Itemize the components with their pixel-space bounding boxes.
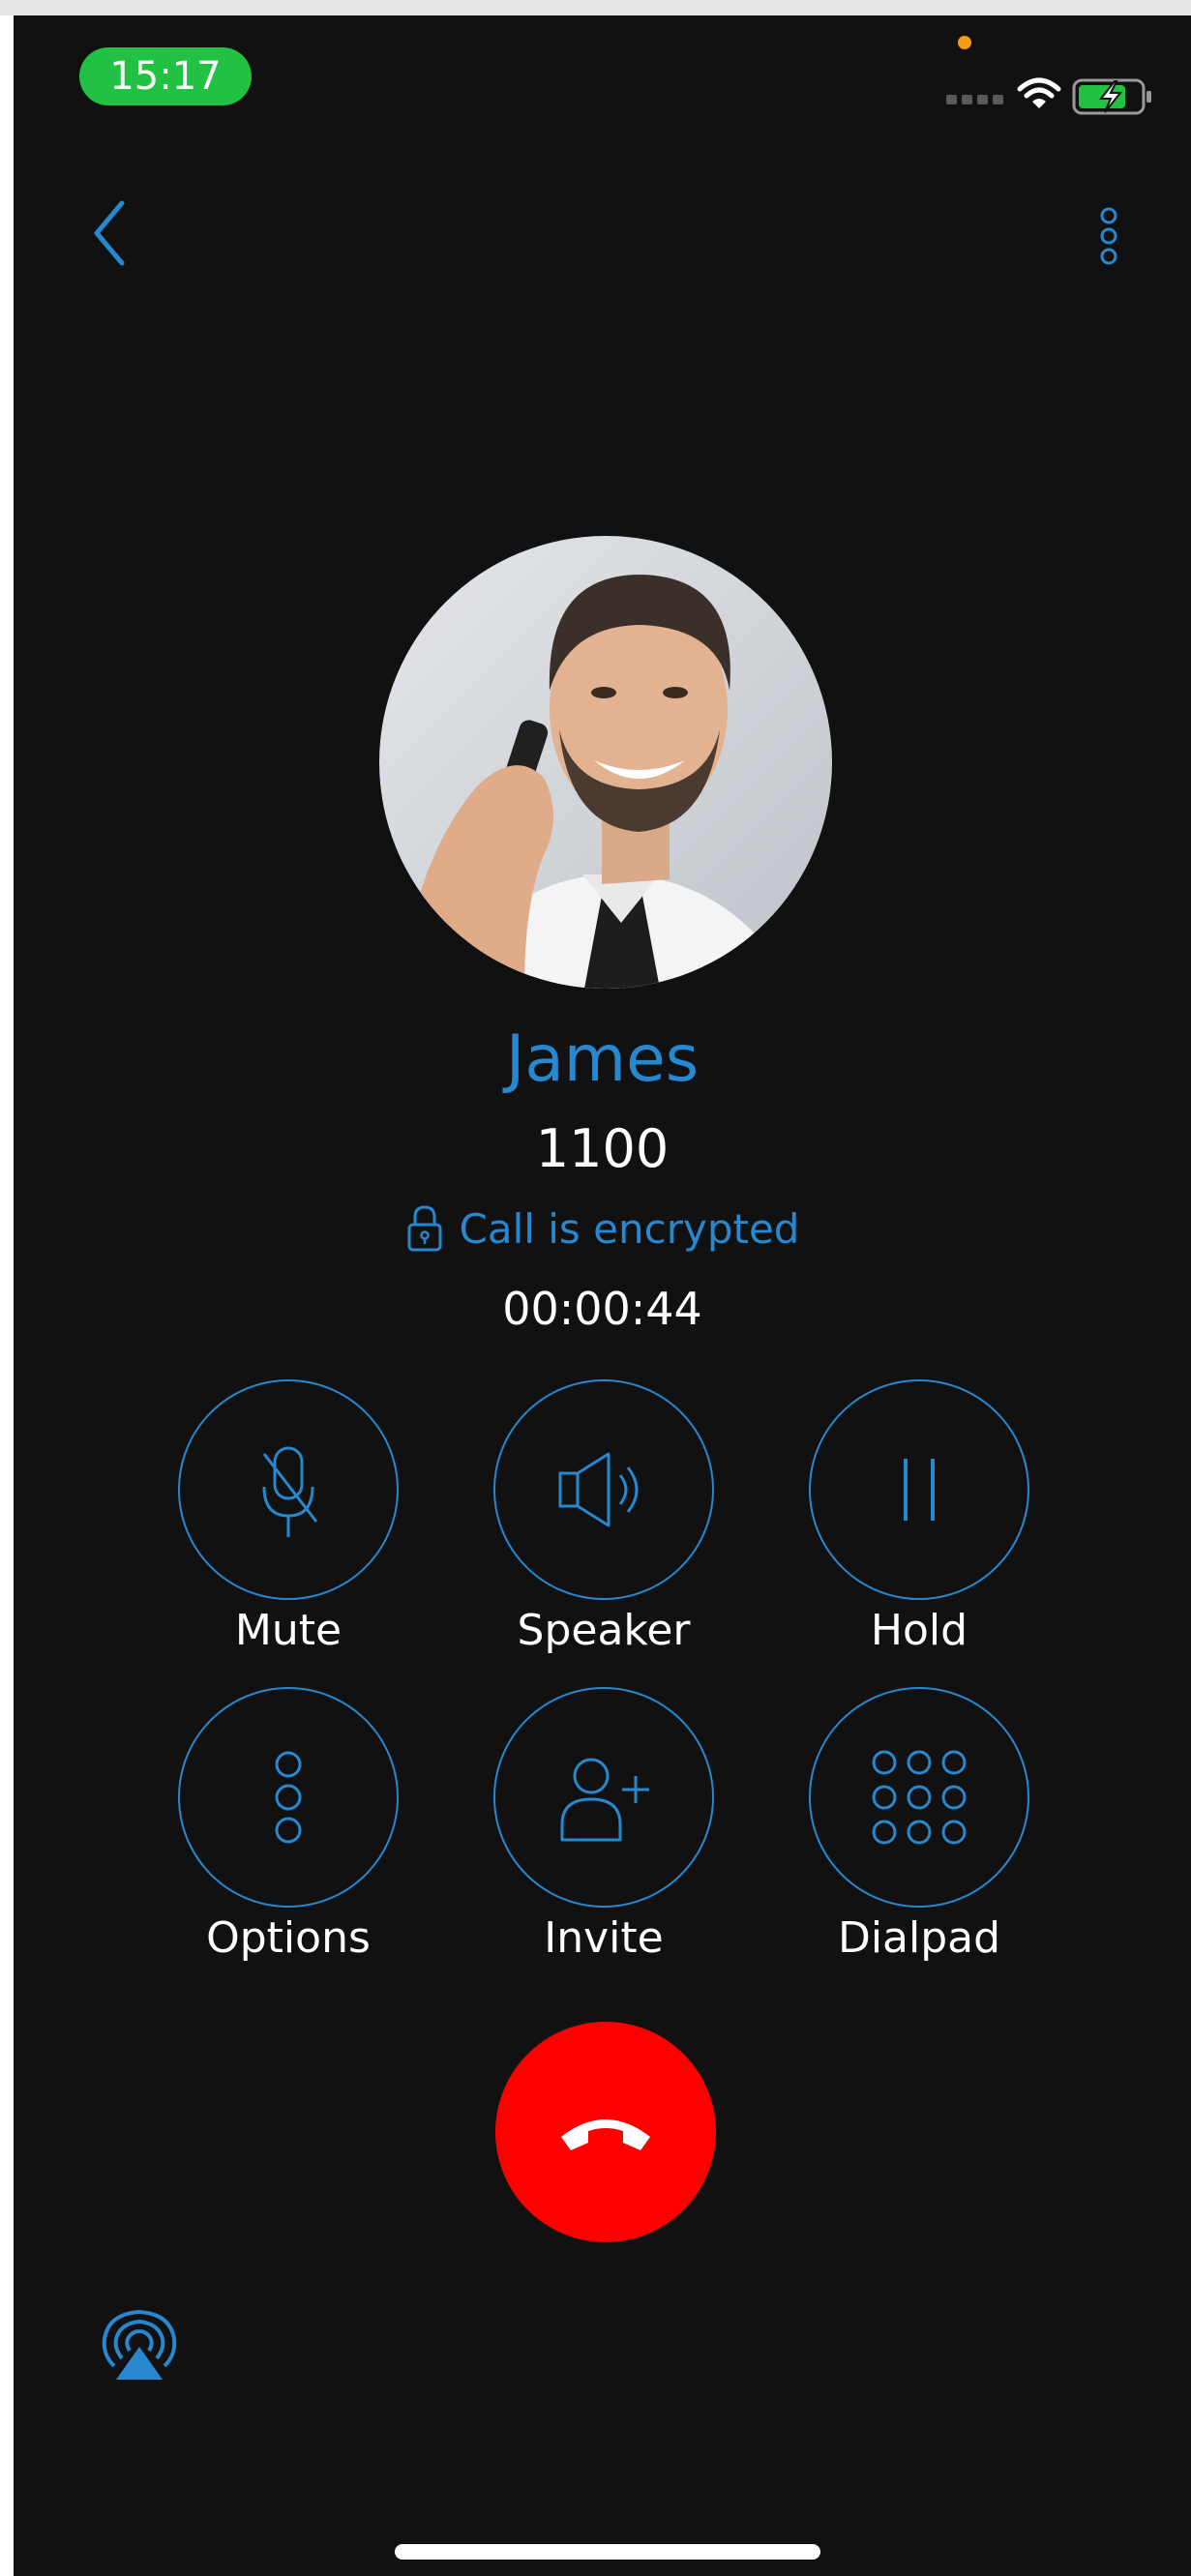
microphone-off-icon <box>262 1446 318 1537</box>
dialpad-label: Dialpad <box>837 1913 1001 1963</box>
speaker-label: Speaker <box>517 1606 691 1655</box>
invite-button-circle[interactable] <box>493 1687 714 1908</box>
speaker-button[interactable]: Speaker <box>493 1379 714 1655</box>
mute-button-circle[interactable] <box>178 1379 399 1600</box>
vertical-dots-icon <box>275 1751 302 1844</box>
battery-charging-icon <box>1072 78 1151 115</box>
options-button-circle[interactable] <box>178 1687 399 1908</box>
hang-up-icon <box>561 2119 650 2150</box>
add-user-icon <box>560 1758 649 1842</box>
call-duration: 00:00:44 <box>502 1283 702 1335</box>
vertical-ellipsis-icon <box>1100 207 1117 265</box>
options-button[interactable]: Options <box>178 1687 399 1963</box>
call-screen: 15:17 James 1100 Call is encrypted 00:00… <box>14 15 1191 2576</box>
recording-indicator <box>958 36 971 49</box>
contact-number: 1100 <box>535 1118 670 1179</box>
mute-button[interactable]: Mute <box>178 1379 399 1655</box>
home-indicator[interactable] <box>395 2544 820 2560</box>
dialpad-button[interactable]: Dialpad <box>809 1687 1029 1963</box>
dialpad-icon <box>872 1750 967 1845</box>
airplay-button[interactable] <box>101 2306 178 2384</box>
chevron-left-icon <box>94 200 125 266</box>
pause-icon <box>904 1459 935 1521</box>
status-time: 15:17 <box>79 47 252 105</box>
invite-label: Invite <box>544 1913 664 1963</box>
hold-button[interactable]: Hold <box>809 1379 1029 1655</box>
options-label: Options <box>206 1913 371 1963</box>
speaker-icon <box>558 1452 639 1527</box>
hold-button-circle[interactable] <box>809 1379 1029 1600</box>
dialpad-button-circle[interactable] <box>809 1687 1029 1908</box>
signal-icon <box>946 95 1004 104</box>
contact-name: James <box>505 1022 700 1096</box>
hold-label: Hold <box>870 1606 968 1655</box>
invite-button[interactable]: Invite <box>493 1687 714 1963</box>
device-frame <box>0 0 1191 15</box>
encryption-status: Call is encrypted <box>14 1203 1191 1254</box>
end-call-button[interactable] <box>495 2022 716 2242</box>
wifi-icon <box>1017 77 1061 108</box>
encryption-text: Call is encrypted <box>459 1204 800 1253</box>
back-button[interactable] <box>79 190 137 277</box>
more-options-button[interactable] <box>1089 190 1128 277</box>
mute-label: Mute <box>234 1606 342 1655</box>
lock-icon <box>407 1205 442 1252</box>
speaker-button-circle[interactable] <box>493 1379 714 1600</box>
contact-avatar <box>379 536 832 989</box>
